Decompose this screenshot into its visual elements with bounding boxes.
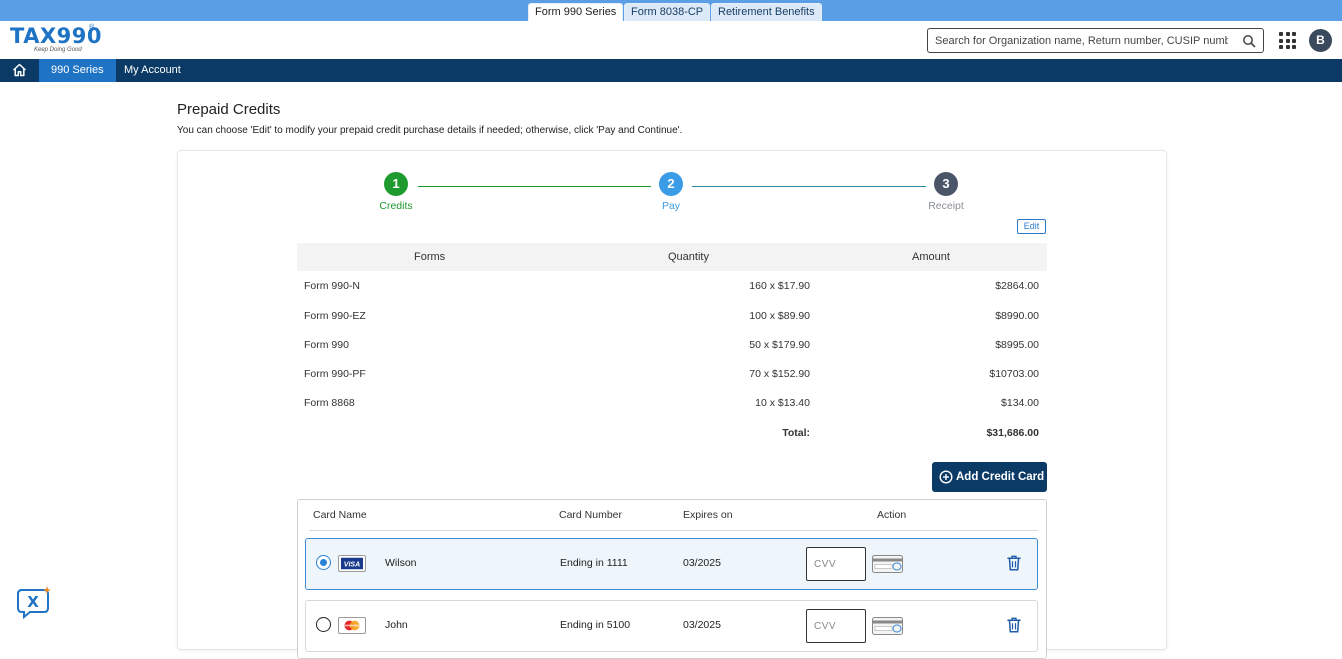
step-3-circle: 3 — [934, 172, 958, 196]
apps-grid-icon[interactable] — [1279, 32, 1296, 49]
credit-form-name: Form 990 — [304, 339, 349, 351]
card-select-radio[interactable] — [316, 555, 331, 570]
header-quantity: Quantity — [668, 251, 709, 263]
product-tab-strip: Form 990 Series Form 8038-CP Retirement … — [0, 0, 1342, 21]
total-label: Total: — [782, 427, 810, 439]
credit-amount: $134.00 — [1001, 397, 1039, 409]
logo-wordmark: TAX990 — [10, 24, 102, 48]
card-select-radio[interactable] — [316, 617, 331, 632]
user-avatar[interactable]: B — [1309, 29, 1332, 52]
credit-amount: $8995.00 — [995, 339, 1039, 351]
cards-header-divider — [309, 530, 1038, 531]
credit-form-name: Form 8868 — [304, 397, 355, 409]
card-row-john[interactable]: John Ending in 5100 03/2025 — [305, 600, 1038, 652]
step-2-circle: 2 — [659, 172, 683, 196]
tab-form-8038-cp[interactable]: Form 8038-CP — [624, 3, 711, 21]
card-expiry: 03/2025 — [683, 557, 721, 569]
header-action: Action — [877, 509, 907, 521]
logo-text-x: X — [39, 24, 57, 48]
page-title: Prepaid Credits — [177, 101, 281, 118]
credit-quantity: 50 x $179.90 — [749, 339, 810, 351]
logo-text-b: 990 — [56, 24, 102, 48]
credit-amount: $8990.00 — [995, 310, 1039, 322]
credit-quantity: 160 x $17.90 — [749, 280, 810, 292]
header-expires-on: Expires on — [683, 509, 733, 521]
header-forms: Forms — [414, 251, 446, 263]
stepper-connector-2 — [692, 186, 926, 187]
cvv-card-back-icon — [872, 617, 903, 635]
add-credit-card-button[interactable]: Add Credit Card — [932, 462, 1047, 492]
header-card-name: Card Name — [313, 509, 367, 521]
nav-item-990-series[interactable]: 990 Series — [39, 59, 116, 82]
credit-amount: $2864.00 — [995, 280, 1039, 292]
credit-amount: $10703.00 — [989, 368, 1039, 380]
stepper-connector-1 — [418, 186, 651, 187]
header-amount: Amount — [912, 251, 950, 263]
credit-form-name: Form 990-EZ — [304, 310, 366, 322]
app-header: TAX990 ® Keep Doing Good B — [0, 21, 1342, 59]
card-number: Ending in 1111 — [560, 557, 628, 569]
step-1-label: Credits — [379, 200, 413, 212]
delete-card-trash-icon[interactable] — [1007, 555, 1021, 571]
card-number: Ending in 5100 — [560, 619, 631, 631]
svg-text:X: X — [27, 593, 39, 611]
plus-circle-icon — [939, 470, 953, 484]
credit-form-name: Form 990-N — [304, 280, 361, 292]
credit-quantity: 70 x $152.90 — [749, 368, 810, 380]
credit-form-name: Form 990-PF — [304, 368, 366, 380]
svg-text:VISA: VISA — [344, 562, 360, 569]
card-holder-name: John — [385, 619, 408, 631]
nav-item-my-account[interactable]: My Account — [112, 59, 193, 82]
search-icon[interactable] — [1242, 34, 1256, 48]
chat-assistant-icon[interactable]: X — [16, 585, 52, 619]
card-expiry: 03/2025 — [683, 619, 721, 631]
tab-form-990-series[interactable]: Form 990 Series — [528, 3, 624, 21]
cvv-card-back-icon — [872, 555, 903, 573]
credit-quantity: 10 x $13.40 — [755, 397, 810, 409]
delete-card-trash-icon[interactable] — [1007, 617, 1021, 633]
total-value: $31,686.00 — [986, 427, 1039, 439]
credits-table-header: Forms Quantity Amount — [297, 243, 1047, 271]
logo-tagline: Keep Doing Good — [34, 47, 82, 53]
logo-registered-mark: ® — [89, 24, 95, 31]
tax990-logo[interactable]: TAX990 ® Keep Doing Good — [10, 24, 102, 57]
cvv-input[interactable] — [807, 548, 865, 580]
nav-home[interactable] — [0, 59, 38, 82]
step-1-circle: 1 — [384, 172, 408, 196]
mastercard-icon — [338, 617, 366, 634]
card-holder-name: Wilson — [385, 557, 417, 569]
cvv-field — [806, 547, 866, 581]
step-3-label: Receipt — [928, 200, 964, 212]
visa-icon: VISA — [338, 555, 366, 572]
add-credit-card-label: Add Credit Card — [956, 471, 1045, 483]
page-subtitle: You can choose 'Edit' to modify your pre… — [177, 125, 683, 136]
home-icon — [12, 63, 27, 77]
search-box — [927, 28, 1264, 53]
credit-quantity: 100 x $89.90 — [749, 310, 810, 322]
cvv-input[interactable] — [807, 610, 865, 642]
tab-retirement-benefits[interactable]: Retirement Benefits — [711, 3, 822, 21]
cvv-field — [806, 609, 866, 643]
header-card-number: Card Number — [559, 509, 623, 521]
edit-button[interactable]: Edit — [1017, 219, 1046, 234]
logo-text-a: TA — [10, 24, 40, 48]
card-row-wilson[interactable]: VISA Wilson Ending in 1111 03/2025 — [305, 538, 1038, 590]
step-2-label: Pay — [661, 200, 681, 212]
search-input[interactable] — [928, 29, 1228, 52]
main-navbar: 990 Series My Account — [0, 59, 1342, 82]
